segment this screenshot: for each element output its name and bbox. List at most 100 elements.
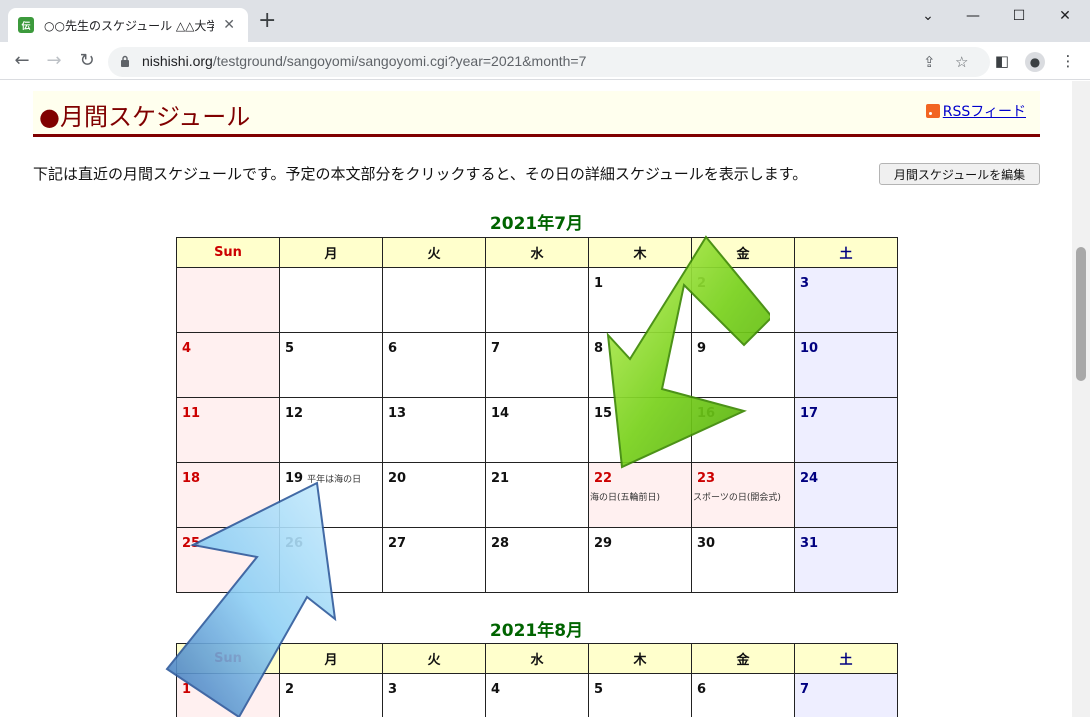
- day-number: 10: [800, 341, 819, 356]
- calendar-day-cell[interactable]: 15: [588, 397, 692, 463]
- share-icon[interactable]: ⇪: [923, 53, 936, 71]
- calendar-day-cell[interactable]: 11: [176, 397, 280, 463]
- new-tab-icon[interactable]: +: [258, 10, 276, 32]
- rss-feed[interactable]: RSSフィード: [925, 101, 1026, 121]
- reload-icon[interactable]: ↻: [75, 49, 99, 73]
- calendar-week-row: 1 2 3 4 5 6 7: [176, 673, 898, 717]
- calendar-day-cell[interactable]: 24: [794, 462, 898, 528]
- calendar-day-cell[interactable]: 29: [588, 527, 692, 593]
- calendar-day-cell[interactable]: 2: [691, 267, 795, 333]
- calendar-day-cell[interactable]: 2: [279, 673, 383, 717]
- back-arrow-icon[interactable]: ←: [10, 49, 34, 73]
- calendar-day-cell[interactable]: 4: [176, 332, 280, 398]
- weekday-header: 金: [691, 643, 795, 674]
- day-number: 3: [800, 276, 810, 291]
- calendar-day-cell: [382, 267, 486, 333]
- weekday-header: 水: [485, 237, 589, 268]
- tab-search-chevron-icon[interactable]: ⌄: [905, 4, 951, 30]
- weekday-header: Sun: [176, 237, 280, 268]
- maximize-icon[interactable]: ☐: [996, 4, 1042, 30]
- weekday-header: 金: [691, 237, 795, 268]
- url-text[interactable]: nishishi.org/testground/sangoyomi/sangoy…: [142, 53, 586, 69]
- calendar-week-row: 1 2 3: [176, 267, 898, 333]
- day-number: 1: [182, 682, 192, 697]
- weekday-header: Sun: [176, 643, 280, 674]
- edit-monthly-schedule-button[interactable]: 月間スケジュールを編集: [879, 163, 1040, 185]
- calendar-day-cell[interactable]: 31: [794, 527, 898, 593]
- profile-avatar-icon[interactable]: ●: [1025, 52, 1045, 72]
- calendar-day-cell[interactable]: 25: [176, 527, 280, 593]
- calendar-day-cell[interactable]: 14: [485, 397, 589, 463]
- calendar-day-cell[interactable]: 22 海の日(五輪前日): [588, 462, 692, 528]
- day-number: 1: [594, 276, 604, 291]
- scrollbar-thumb[interactable]: [1076, 247, 1086, 381]
- forward-arrow-icon[interactable]: →: [42, 49, 66, 73]
- weekday-header: 火: [382, 643, 486, 674]
- calendar-day-cell[interactable]: 30: [691, 527, 795, 593]
- calendar-day-cell[interactable]: 6: [382, 332, 486, 398]
- page-scrollbar[interactable]: [1072, 81, 1090, 717]
- lock-icon: [121, 55, 129, 67]
- calendar-day-cell[interactable]: 7: [794, 673, 898, 717]
- section-title: ●月間スケジュール: [39, 103, 251, 131]
- month-title-july: 2021年7月: [489, 214, 584, 234]
- day-number: 8: [594, 341, 604, 356]
- minimize-icon[interactable]: —: [950, 4, 996, 30]
- menu-kebab-icon[interactable]: ⋮: [1058, 52, 1078, 72]
- calendar-day-cell[interactable]: 28: [485, 527, 589, 593]
- bookmark-star-icon[interactable]: ☆: [955, 53, 968, 71]
- day-number: 2: [285, 682, 295, 697]
- calendar-day-cell[interactable]: 19 平年は海の日: [279, 462, 383, 528]
- day-number: 7: [800, 682, 810, 697]
- day-number: 6: [697, 682, 707, 697]
- calendar-day-cell[interactable]: 1: [176, 673, 280, 717]
- calendar-day-cell[interactable]: 5: [279, 332, 383, 398]
- calendar-day-cell[interactable]: 6: [691, 673, 795, 717]
- tab-close-icon[interactable]: ✕: [220, 17, 238, 33]
- calendar-day-cell[interactable]: 5: [588, 673, 692, 717]
- day-number: 23: [697, 471, 716, 486]
- calendar-week-row: 11 12 13 14 15 16 17: [176, 397, 898, 463]
- calendar-day-cell[interactable]: 27: [382, 527, 486, 593]
- calendar-day-cell[interactable]: 7: [485, 332, 589, 398]
- calendar-day-cell[interactable]: 16: [691, 397, 795, 463]
- calendar-day-cell[interactable]: 8: [588, 332, 692, 398]
- calendar-day-cell[interactable]: 4: [485, 673, 589, 717]
- site-favicon-icon: 伝: [18, 17, 34, 33]
- browser-tab[interactable]: 伝 ○○先生のスケジュール △△大学☆ ✕: [8, 8, 248, 42]
- calendar-day-cell: [279, 267, 383, 333]
- calendar-day-cell[interactable]: 13: [382, 397, 486, 463]
- calendar-day-cell[interactable]: 17: [794, 397, 898, 463]
- calendar-week-row: 25 26 27 28 29 30 31: [176, 527, 898, 593]
- weekday-header: 月: [279, 643, 383, 674]
- url-path: /testground/sangoyomi/sangoyomi.cgi?year…: [212, 53, 587, 69]
- day-number: 28: [491, 536, 510, 551]
- calendar-day-cell: [176, 267, 280, 333]
- address-bar[interactable]: nishishi.org/testground/sangoyomi/sangoy…: [108, 47, 990, 77]
- side-panel-icon[interactable]: ◧: [992, 52, 1012, 72]
- schedule-note[interactable]: 海の日(五輪前日): [590, 490, 688, 503]
- day-number: 31: [800, 536, 819, 551]
- calendar-day-cell[interactable]: 18: [176, 462, 280, 528]
- calendar-day-cell[interactable]: 3: [794, 267, 898, 333]
- calendar-day-cell[interactable]: 23 スポーツの日(開会式): [691, 462, 795, 528]
- calendar-day-cell[interactable]: 26: [279, 527, 383, 593]
- url-host: nishishi.org: [142, 53, 213, 69]
- calendar-day-cell[interactable]: 20: [382, 462, 486, 528]
- calendar-day-cell[interactable]: 1: [588, 267, 692, 333]
- rss-link[interactable]: RSSフィード: [943, 101, 1026, 121]
- day-number: 25: [182, 536, 201, 551]
- schedule-note[interactable]: スポーツの日(開会式): [693, 490, 791, 503]
- window-close-icon[interactable]: ✕: [1042, 4, 1088, 30]
- weekday-header: 木: [588, 237, 692, 268]
- calendar-day-cell[interactable]: 21: [485, 462, 589, 528]
- calendar-day-cell: [485, 267, 589, 333]
- rss-icon: [925, 104, 940, 118]
- day-number: 6: [388, 341, 398, 356]
- schedule-note[interactable]: 平年は海の日: [307, 475, 361, 485]
- calendar-day-cell[interactable]: 9: [691, 332, 795, 398]
- calendar-day-cell[interactable]: 3: [382, 673, 486, 717]
- calendar-day-cell[interactable]: 12: [279, 397, 383, 463]
- day-number: 2: [697, 276, 707, 291]
- calendar-day-cell[interactable]: 10: [794, 332, 898, 398]
